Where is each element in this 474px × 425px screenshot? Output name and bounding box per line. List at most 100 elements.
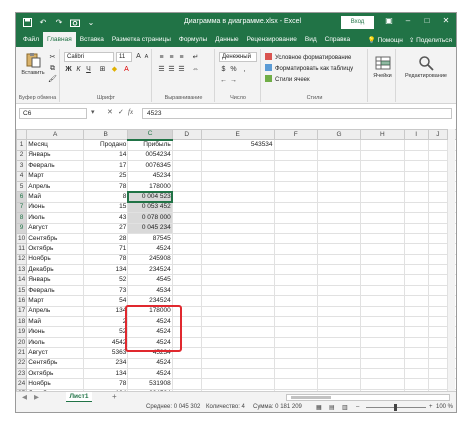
grid-cell[interactable]: Февраль [26, 284, 85, 297]
grid-cell[interactable] [360, 222, 405, 234]
tab-formulas[interactable]: Формулы [175, 32, 211, 47]
row-header[interactable]: 10 [16, 232, 28, 245]
grid-cell[interactable]: Июль [26, 212, 85, 224]
grid-cell[interactable] [273, 149, 318, 162]
currency-icon[interactable]: $ [219, 65, 228, 74]
grid-cell[interactable]: 78 [83, 378, 129, 390]
grid-cell[interactable] [360, 232, 405, 245]
grid-cell[interactable] [316, 274, 362, 286]
tab-home[interactable]: Главная [42, 32, 76, 47]
grid-cell[interactable]: 2 [83, 316, 129, 328]
wrap-text-icon[interactable]: ↵ [191, 53, 200, 62]
grid-cell[interactable]: 0054234 [127, 149, 173, 162]
grid-cell[interactable] [403, 149, 429, 162]
grid-cell[interactable] [273, 305, 318, 318]
close-icon[interactable]: ✕ [440, 16, 452, 25]
row-header[interactable]: 6 [16, 191, 28, 203]
bold-button[interactable]: Ж [64, 65, 73, 74]
grid-cell[interactable] [360, 253, 405, 266]
grid-cell[interactable] [273, 295, 318, 307]
grid-cell[interactable]: 0 004 523 [126, 190, 174, 204]
grid-cell[interactable] [403, 326, 429, 338]
grid-cell[interactable] [171, 201, 202, 214]
grid-cell[interactable]: Август [26, 222, 85, 234]
sign-in-button[interactable]: Вход [341, 16, 374, 29]
grid-cell[interactable]: 5363 [83, 347, 129, 359]
grid-cell[interactable]: 78 [83, 253, 129, 266]
grid-cell[interactable] [200, 378, 275, 390]
grid-cell[interactable] [403, 284, 429, 297]
grid-cell[interactable] [171, 295, 202, 307]
grid-cell[interactable] [200, 347, 275, 359]
increase-decimal-icon[interactable]: ← [219, 76, 228, 85]
column-header[interactable]: D [171, 129, 202, 141]
grid-cell[interactable] [403, 274, 429, 286]
grid-cell[interactable] [273, 378, 318, 390]
grid-cell[interactable] [273, 336, 318, 349]
grid-cell[interactable] [360, 191, 405, 203]
grid-cell[interactable] [171, 212, 202, 224]
share-button[interactable]: ⇪ Поделиться [409, 32, 452, 47]
italic-button[interactable]: К [74, 65, 83, 74]
grid-cell[interactable] [403, 378, 429, 390]
grid-cell[interactable] [171, 139, 202, 151]
grid-cell[interactable] [316, 180, 362, 193]
normal-view-icon[interactable]: ▦ [316, 404, 322, 411]
grid-cell[interactable]: Апрель [26, 180, 85, 193]
grid-cell[interactable] [200, 336, 275, 349]
column-header[interactable]: B [83, 129, 129, 141]
vertical-scrollbar[interactable] [448, 129, 455, 391]
grid-cell[interactable] [200, 284, 275, 297]
grid-cell[interactable] [427, 180, 449, 193]
grid-cell[interactable] [171, 336, 202, 349]
grid-cell[interactable] [316, 232, 362, 245]
format-as-table-button[interactable]: Форматировать как таблицу [265, 64, 353, 72]
grid-cell[interactable]: 4524 [127, 357, 173, 370]
grid-cell[interactable] [316, 264, 362, 276]
grid-cell[interactable]: 4542 [83, 336, 129, 349]
grid-cell[interactable] [403, 264, 429, 276]
grid-cell[interactable]: 178000 [127, 305, 173, 318]
grid-cell[interactable] [427, 139, 449, 151]
cancel-icon[interactable]: ✕ [107, 108, 113, 116]
grid-cell[interactable] [316, 336, 362, 349]
grid-cell[interactable] [360, 284, 405, 297]
grid-cell[interactable] [171, 232, 202, 245]
grid-cell[interactable] [200, 191, 275, 203]
grid-cell[interactable] [273, 243, 318, 255]
grid-cell[interactable]: Месяц [26, 139, 85, 151]
grid-cell[interactable] [273, 347, 318, 359]
column-header[interactable]: E [200, 129, 275, 141]
grid-cell[interactable] [427, 347, 449, 359]
grid-cell[interactable] [360, 274, 405, 286]
cut-icon[interactable]: ✂ [48, 53, 57, 62]
grid-cell[interactable] [316, 316, 362, 328]
grid-cell[interactable] [427, 295, 449, 307]
grid-cell[interactable] [427, 222, 449, 234]
grid-cell[interactable]: 178000 [127, 180, 173, 193]
cell-styles-button[interactable]: Стили ячеек [265, 75, 310, 83]
font-name-select[interactable]: Calibri [64, 52, 114, 62]
formula-input[interactable]: 4523 [142, 108, 452, 119]
grid-cell[interactable]: Продано [83, 139, 129, 151]
grid-cell[interactable]: 4534 [127, 284, 173, 297]
grid-cell[interactable] [200, 212, 275, 224]
grid-cell[interactable] [360, 180, 405, 193]
grid-cell[interactable] [200, 305, 275, 318]
grid-cell[interactable] [273, 160, 318, 172]
fill-color-icon[interactable]: ◆ [110, 65, 119, 74]
row-header[interactable]: 23 [16, 367, 28, 380]
tab-view[interactable]: Вид [301, 32, 321, 47]
grid-cell[interactable] [273, 191, 318, 203]
tab-page-layout[interactable]: Разметка страницы [108, 32, 175, 47]
grid-cell[interactable] [316, 139, 362, 151]
grid-cell[interactable] [273, 222, 318, 234]
underline-button[interactable]: Ч [84, 65, 93, 74]
grid-cell[interactable]: 52 [83, 274, 129, 286]
grid-cell[interactable] [171, 367, 202, 380]
grid-cell[interactable] [273, 201, 318, 214]
grid-cell[interactable] [360, 305, 405, 318]
grid-cell[interactable] [403, 191, 429, 203]
grid-cell[interactable] [171, 170, 202, 182]
grid-cell[interactable] [316, 243, 362, 255]
